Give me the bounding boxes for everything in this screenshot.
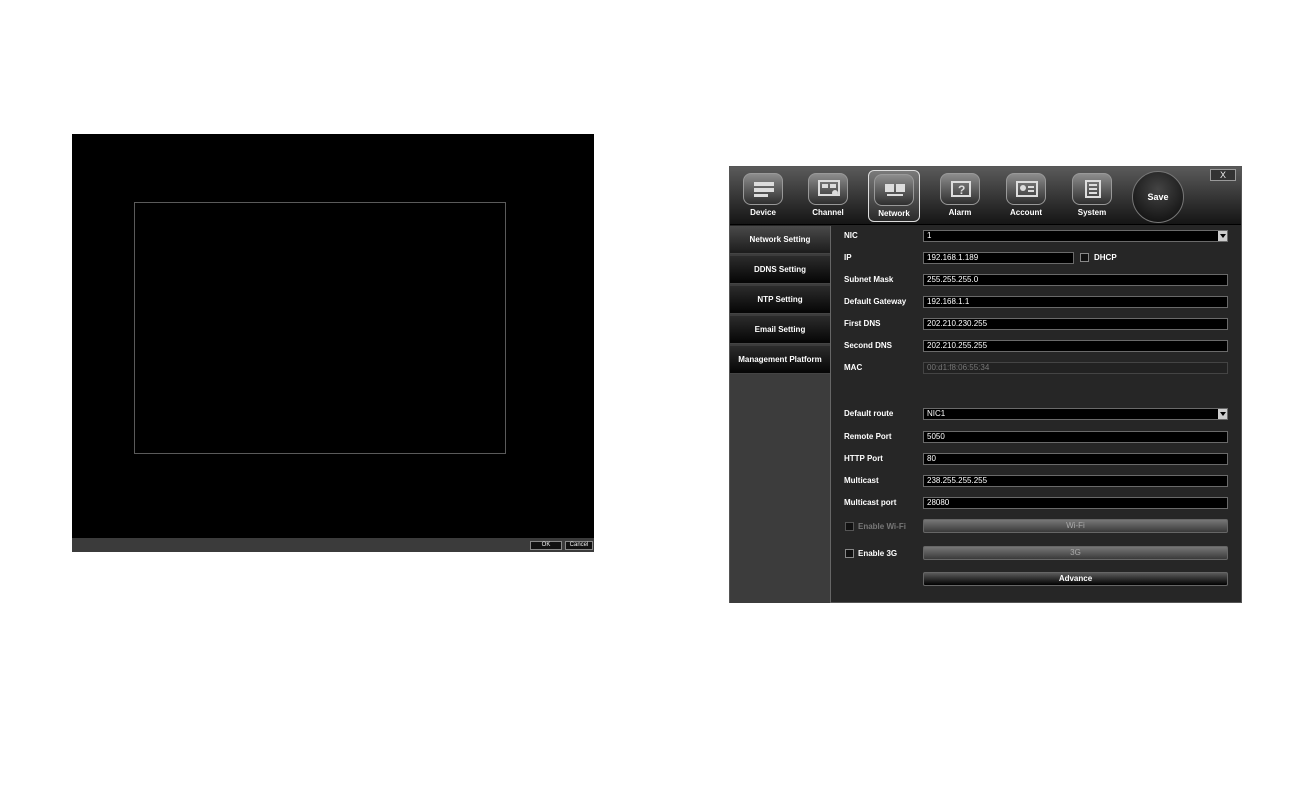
multicast-input[interactable]: 238.255.255.255 bbox=[923, 475, 1228, 487]
preview-region-frame[interactable] bbox=[134, 202, 506, 454]
dhcp-checkbox[interactable] bbox=[1080, 253, 1089, 262]
sidebar-item-network-setting[interactable]: Network Setting bbox=[730, 226, 830, 254]
ip-input[interactable]: 192.168.1.189 bbox=[923, 252, 1074, 264]
toolbar-label: System bbox=[1077, 208, 1107, 217]
default-route-value: NIC1 bbox=[927, 409, 946, 418]
settings-sidebar: Network Setting DDNS Setting NTP Setting… bbox=[730, 226, 831, 603]
toolbar-label: Network bbox=[878, 209, 910, 218]
toolbar-alarm[interactable]: ? Alarm bbox=[934, 170, 986, 222]
sidebar-item-management-platform[interactable]: Management Platform bbox=[730, 346, 830, 374]
toolbar-label: Channel bbox=[812, 208, 844, 217]
second-dns-input[interactable]: 202.210.255.255 bbox=[923, 340, 1228, 352]
channel-icon bbox=[808, 173, 848, 205]
cancel-button[interactable]: Cancel bbox=[565, 541, 593, 550]
toolbar-system[interactable]: System bbox=[1066, 170, 1118, 222]
toolbar-label: Alarm bbox=[948, 208, 972, 217]
default-gateway-label: Default Gateway bbox=[844, 297, 907, 306]
subnet-mask-input[interactable]: 255.255.255.0 bbox=[923, 274, 1228, 286]
nic-label: NIC bbox=[844, 231, 858, 240]
toolbar-account[interactable]: Account bbox=[1000, 170, 1052, 222]
default-gateway-input[interactable]: 192.168.1.1 bbox=[923, 296, 1228, 308]
advance-button[interactable]: Advance bbox=[923, 572, 1228, 586]
close-button[interactable]: X bbox=[1210, 169, 1236, 181]
preview-window: OK Cancel bbox=[72, 134, 594, 552]
http-port-input[interactable]: 80 bbox=[923, 453, 1228, 465]
main-toolbar: Device Channel Network ? Alarm Account S… bbox=[730, 167, 1241, 225]
preview-button-bar: OK Cancel bbox=[72, 538, 594, 552]
nic-select[interactable]: 1 bbox=[923, 230, 1228, 242]
ip-label: IP bbox=[844, 253, 852, 262]
multicast-label: Multicast bbox=[844, 476, 879, 485]
sidebar-item-email-setting[interactable]: Email Setting bbox=[730, 316, 830, 344]
nic-value: 1 bbox=[927, 231, 932, 240]
device-icon bbox=[743, 173, 783, 205]
settings-window: Device Channel Network ? Alarm Account S… bbox=[729, 166, 1242, 603]
default-route-select[interactable]: NIC1 bbox=[923, 408, 1228, 420]
remote-port-label: Remote Port bbox=[844, 432, 892, 441]
sidebar-item-ntp-setting[interactable]: NTP Setting bbox=[730, 286, 830, 314]
mac-field: 00:d1:f8:06:55:34 bbox=[923, 362, 1228, 374]
screenshot-root: OK Cancel Device Channel Network ? Alarm… bbox=[0, 0, 1297, 793]
second-dns-label: Second DNS bbox=[844, 341, 893, 350]
chevron-down-icon[interactable] bbox=[1218, 231, 1227, 241]
toolbar-device[interactable]: Device bbox=[737, 170, 789, 222]
chevron-down-icon[interactable] bbox=[1218, 409, 1227, 419]
network-icon bbox=[874, 174, 914, 206]
multicast-port-input[interactable]: 28080 bbox=[923, 497, 1228, 509]
http-port-label: HTTP Port bbox=[844, 454, 883, 463]
save-button[interactable]: Save bbox=[1132, 171, 1184, 223]
enable-wifi-label: Enable Wi-Fi bbox=[858, 522, 906, 531]
toolbar-network[interactable]: Network bbox=[868, 170, 920, 222]
first-dns-label: First DNS bbox=[844, 319, 881, 328]
multicast-port-label: Multicast port bbox=[844, 498, 897, 507]
toolbar-label: Account bbox=[1010, 208, 1042, 217]
account-icon bbox=[1006, 173, 1046, 205]
wifi-button[interactable]: Wi-Fi bbox=[923, 519, 1228, 533]
toolbar-label: Device bbox=[750, 208, 776, 217]
remote-port-input[interactable]: 5050 bbox=[923, 431, 1228, 443]
enable-3g-checkbox[interactable] bbox=[845, 549, 854, 558]
subnet-mask-label: Subnet Mask bbox=[844, 275, 894, 284]
dhcp-label: DHCP bbox=[1094, 253, 1117, 262]
alarm-icon: ? bbox=[940, 173, 980, 205]
ok-button[interactable]: OK bbox=[530, 541, 562, 550]
first-dns-input[interactable]: 202.210.230.255 bbox=[923, 318, 1228, 330]
toolbar-channel[interactable]: Channel bbox=[802, 170, 854, 222]
mac-label: MAC bbox=[844, 363, 863, 372]
enable-wifi-checkbox[interactable] bbox=[845, 522, 854, 531]
svg-text:?: ? bbox=[958, 183, 965, 197]
3g-button[interactable]: 3G bbox=[923, 546, 1228, 560]
sidebar-item-ddns-setting[interactable]: DDNS Setting bbox=[730, 256, 830, 284]
default-route-label: Default route bbox=[844, 409, 894, 418]
system-icon bbox=[1072, 173, 1112, 205]
enable-3g-label: Enable 3G bbox=[858, 549, 898, 558]
